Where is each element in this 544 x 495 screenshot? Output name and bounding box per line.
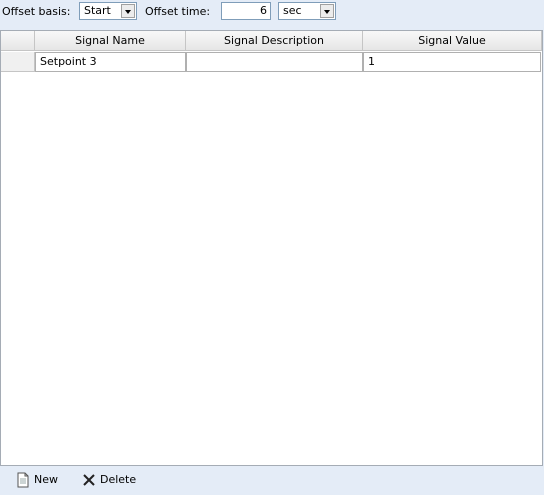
new-button-label: New: [34, 473, 58, 486]
delete-x-icon: [83, 474, 95, 486]
signal-value-cell[interactable]: 1: [363, 52, 541, 72]
delete-button-label: Delete: [100, 473, 137, 486]
column-header-signal-description[interactable]: Signal Description: [186, 31, 363, 51]
offset-time-label: Offset time:: [145, 5, 211, 18]
row-selector[interactable]: [1, 52, 35, 72]
column-header-signal-name[interactable]: Signal Name: [35, 31, 186, 51]
offset-basis-dropdown[interactable]: Start: [79, 2, 137, 20]
signal-grid: Signal Name Signal Description Signal Va…: [0, 30, 543, 466]
row-header-corner: [1, 31, 35, 51]
chevron-down-icon[interactable]: [320, 4, 334, 18]
offset-basis-label: Offset basis:: [2, 5, 71, 18]
column-header-signal-value[interactable]: Signal Value: [363, 31, 542, 51]
chevron-down-icon[interactable]: [121, 4, 135, 18]
action-bar: New Delete: [0, 466, 544, 495]
offset-basis-value: Start: [84, 4, 111, 17]
new-button[interactable]: New: [16, 472, 58, 488]
offset-unit-value: sec: [283, 4, 302, 17]
offset-time-input[interactable]: 6: [221, 2, 271, 20]
signal-description-cell[interactable]: [186, 52, 363, 72]
offset-toolbar: Offset basis: Start Offset time: 6 sec: [0, 0, 544, 26]
delete-button[interactable]: Delete: [82, 472, 136, 488]
offset-unit-dropdown[interactable]: sec: [278, 2, 336, 20]
signal-name-cell[interactable]: Setpoint 3: [35, 52, 186, 72]
new-document-icon: [17, 472, 29, 488]
